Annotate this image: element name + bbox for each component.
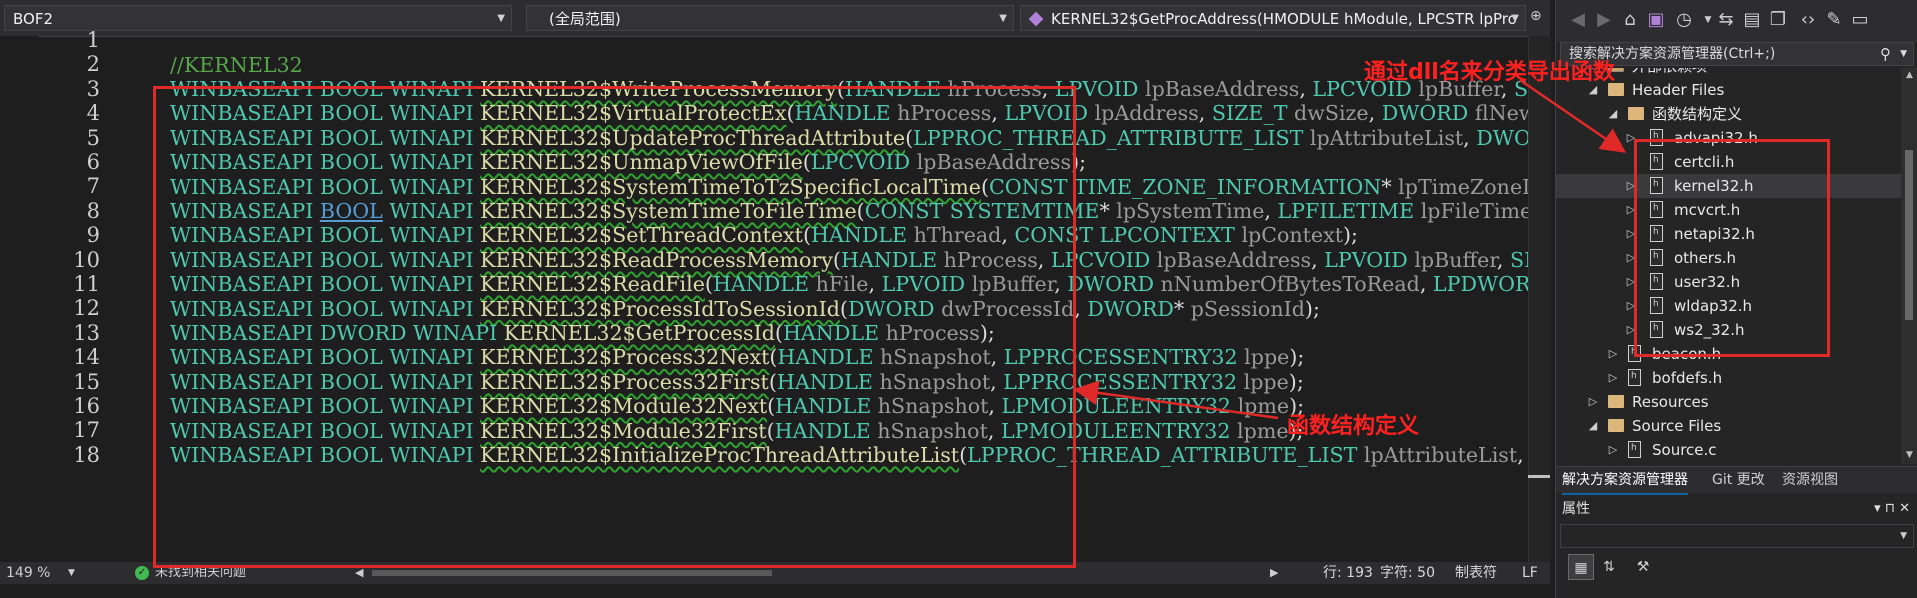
show-all-files-icon[interactable]: ❐: [1766, 8, 1790, 32]
tree-item-label: Header Files: [1632, 81, 1725, 99]
wrench-icon[interactable]: ✎: [1822, 8, 1846, 32]
line-number-gutter: 1 2 3 4 5 6 7 8 9 10 11 12 13 14 15 16 17 18: [40, 28, 100, 562]
tree-item[interactable]: ▷ Source.c: [1556, 438, 1901, 462]
scroll-down-icon[interactable]: ▼: [1901, 450, 1917, 460]
line-ending-indicator[interactable]: LF: [1522, 562, 1538, 584]
collapsed-chevron-icon[interactable]: ▷: [1586, 390, 1600, 414]
panel-window-buttons[interactable]: ▾ ⊓ ✕: [1874, 496, 1910, 522]
chevron-down-icon: ▼: [1511, 13, 1519, 24]
highlight-box-header-files: [1634, 139, 1830, 357]
function-combo[interactable]: KERNEL32$GetProcAddress(HMODULE hModule,…: [1020, 5, 1526, 31]
tree-item-label: Resources: [1632, 393, 1709, 411]
properties-title: 属性: [1562, 501, 1590, 517]
tree-item-label: 函数结构定义: [1652, 105, 1743, 123]
collapsed-chevron-icon[interactable]: ▷: [1606, 342, 1620, 366]
tree-item[interactable]: ◢ 函数结构定义: [1556, 102, 1901, 126]
tree-item-label: Source.c: [1652, 441, 1717, 459]
properties-panel: 属性 ▾ ⊓ ✕ ▼ ▦ ⇅ ⚒: [1556, 496, 1917, 598]
preview-icon[interactable]: ▭: [1848, 8, 1872, 32]
collapsed-chevron-icon[interactable]: ▷: [1606, 438, 1620, 462]
categorized-icon[interactable]: ▦: [1568, 554, 1594, 580]
split-icon[interactable]: ⊕: [1530, 8, 1542, 24]
line-indicator[interactable]: 行: 193: [1323, 562, 1373, 584]
annotation-struct-definitions: 函数结构定义: [1287, 414, 1420, 439]
tree-item-label: bofdefs.h: [1652, 369, 1723, 387]
expanded-chevron-icon[interactable]: ◢: [1586, 414, 1600, 438]
switch-views-icon[interactable]: ▣: [1644, 8, 1668, 32]
tree-item[interactable]: ▷ Resources: [1556, 390, 1901, 414]
editor-navigation-bar: BOF2 ▼ (全局范围) ▼ KERNEL32$GetProcAddress(…: [0, 0, 1550, 37]
tree-item-label: Source Files: [1632, 417, 1722, 435]
sync-icon[interactable]: ⇆: [1714, 8, 1738, 32]
tab-git-changes[interactable]: Git 更改: [1712, 467, 1765, 493]
tree-item[interactable]: ▷ bofdefs.h: [1556, 366, 1901, 390]
collapsed-chevron-icon[interactable]: ▷: [1606, 366, 1620, 390]
horizontal-scrollbar-thumb[interactable]: [372, 570, 772, 576]
method-icon: [1028, 11, 1044, 27]
header-file-icon: [1628, 441, 1641, 458]
tab-resource-view[interactable]: 资源视图: [1782, 467, 1838, 493]
line-number: 18: [73, 442, 100, 467]
tab-solution-explorer[interactable]: 解决方案资源管理器: [1562, 467, 1688, 495]
check-circle-icon: ✓: [135, 566, 149, 580]
alphabetical-icon[interactable]: ⇅: [1596, 554, 1622, 580]
explorer-tab-strip: 解决方案资源管理器 Git 更改 资源视图: [1556, 466, 1917, 495]
expanded-chevron-icon[interactable]: ◢: [1606, 102, 1620, 126]
back-icon[interactable]: ◀: [1566, 8, 1590, 32]
glyph-margin: [0, 36, 38, 562]
properties-header: 属性 ▾ ⊓ ✕: [1556, 496, 1917, 522]
wrench-icon[interactable]: ⚒: [1630, 554, 1656, 580]
scrollbar-caret-marker: [1528, 475, 1550, 478]
highlight-box-function-definitions: [153, 86, 1076, 568]
tab-mode-indicator[interactable]: 制表符: [1455, 562, 1497, 584]
annotation-dll-grouping: 通过dll名来分类导出函数: [1364, 60, 1615, 85]
function-combo-label: KERNEL32$GetProcAddress(HMODULE hModule,…: [1051, 10, 1517, 28]
tree-item[interactable]: ◢ Source Files: [1556, 414, 1901, 438]
chevron-down-icon: ▼: [497, 13, 505, 24]
search-icon[interactable]: ⚲: [1880, 43, 1891, 65]
tree-item-label: 外部依赖项: [1632, 68, 1707, 78]
chevron-down-icon: ▼: [999, 13, 1007, 24]
column-indicator[interactable]: 字符: 50: [1380, 562, 1435, 584]
chevron-down-icon[interactable]: ▼: [1900, 525, 1907, 547]
chevron-down-icon[interactable]: ▼: [68, 562, 75, 584]
scope-combo[interactable]: (全局范围) ▼: [526, 5, 1014, 31]
chevron-down-icon[interactable]: ▼: [1900, 43, 1907, 65]
scroll-up-icon[interactable]: ▲: [1901, 70, 1917, 80]
code-icon[interactable]: ‹›: [1796, 8, 1820, 32]
properties-object-combo[interactable]: ▼: [1560, 524, 1914, 548]
folder-icon: [1608, 419, 1624, 432]
scope-combo-label: (全局范围): [549, 10, 621, 28]
home-icon[interactable]: ⌂: [1618, 8, 1642, 32]
tree-scrollbar-thumb[interactable]: [1905, 150, 1913, 320]
header-file-icon: [1628, 369, 1641, 386]
collapse-all-icon[interactable]: ▤: [1740, 8, 1764, 32]
forward-icon[interactable]: ▶: [1592, 8, 1616, 32]
folder-icon: [1608, 395, 1624, 408]
zoom-level[interactable]: 149 %: [6, 562, 50, 584]
vertical-scrollbar[interactable]: [1528, 36, 1551, 562]
scroll-right-icon[interactable]: ▶: [1270, 562, 1278, 584]
folder-icon: [1628, 107, 1644, 120]
history-icon[interactable]: ◷: [1672, 8, 1696, 32]
solution-explorer-toolbar: ◀ ▶ ⌂ ▣ ◷ ▼ ⇆ ▤ ❐ ‹› ✎ ▭: [1556, 0, 1917, 42]
